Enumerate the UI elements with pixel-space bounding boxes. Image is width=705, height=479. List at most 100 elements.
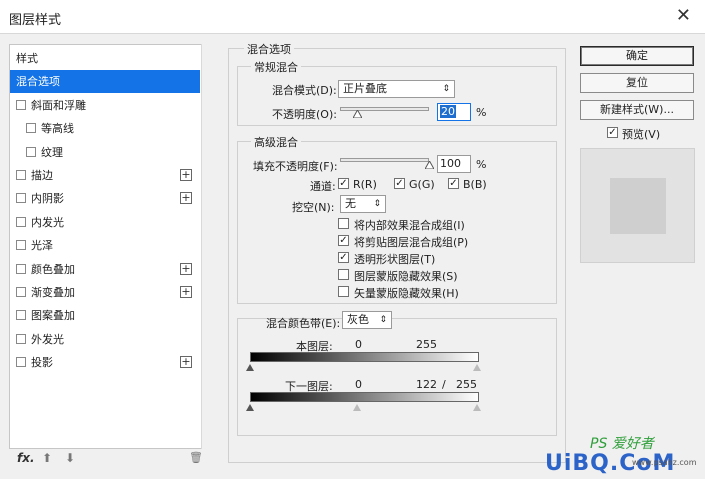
under-layer-black-slider[interactable] — [246, 404, 254, 411]
opacity-label: 不透明度(O): — [272, 108, 337, 121]
sidebar-item-checkbox[interactable] — [16, 216, 26, 227]
style-list-scrollbar[interactable] — [201, 44, 212, 449]
blend-if-label: 混合颜色带(E): — [266, 317, 341, 330]
sidebar-item[interactable]: 样式 — [10, 47, 200, 70]
fill-opacity-value: 100 — [440, 157, 461, 170]
style-preview — [580, 148, 695, 263]
add-effect-icon[interactable]: + — [180, 169, 192, 181]
sidebar-item-label: 纹理 — [41, 145, 63, 159]
channel-r-checkbox[interactable]: ✓ — [338, 178, 349, 189]
sidebar-item-label: 颜色叠加 — [31, 262, 75, 276]
sidebar-item-checkbox[interactable] — [16, 99, 26, 110]
add-effect-icon[interactable]: + — [180, 262, 192, 275]
sidebar-item[interactable]: 光泽 — [10, 234, 200, 257]
sidebar-item[interactable]: 内发光 — [10, 211, 200, 234]
sidebar-item[interactable]: 内阴影 + — [10, 187, 200, 210]
advanced-option-checkbox[interactable] — [338, 286, 349, 297]
advanced-option-checkbox[interactable]: ✓ — [338, 235, 349, 246]
opacity-slider-thumb[interactable] — [353, 110, 363, 118]
title-bar: 图层样式 ✕ — [0, 0, 705, 34]
sidebar-item-checkbox[interactable] — [16, 310, 26, 321]
sidebar-item[interactable]: 渐变叠加 + — [10, 281, 200, 304]
sidebar-item[interactable]: 投影 + — [10, 351, 200, 374]
sidebar-item[interactable]: 外发光 — [10, 328, 200, 351]
under-layer-low: 0 — [355, 378, 362, 391]
style-list-items: 样式混合选项斜面和浮雕等高线纹理描边 + 内阴影 + 内发光 光泽颜色叠加 + 渐变叠加 + 图案… — [10, 47, 200, 417]
add-effect-icon[interactable]: + — [180, 192, 192, 205]
reset-button[interactable]: 复位 — [580, 73, 694, 93]
blend-mode-label: 混合模式(D): — [272, 84, 337, 97]
sidebar-item[interactable]: 斜面和浮雕 — [10, 94, 200, 117]
blend-if-group — [237, 318, 557, 436]
sidebar-item-checkbox[interactable] — [16, 333, 26, 344]
under-layer-white-slider[interactable] — [473, 404, 481, 411]
sidebar-item[interactable]: 描边 + — [10, 164, 200, 187]
select-arrows-icon: ⇕ — [379, 315, 387, 325]
sidebar-item[interactable]: 等高线 — [10, 117, 200, 140]
sidebar-item[interactable]: 混合选项 — [10, 70, 200, 94]
this-layer-black-slider[interactable] — [246, 364, 254, 371]
this-layer-gradient — [250, 352, 479, 362]
fill-opacity-slider-thumb[interactable] — [424, 161, 434, 169]
style-list-footer: fx. ⬆ ⬇ 🗑 — [9, 449, 212, 471]
advanced-option-checkbox[interactable] — [338, 269, 349, 280]
move-up-icon[interactable]: ⬆ — [42, 451, 52, 465]
channel-b-label: B(B) — [463, 178, 487, 191]
general-blending-title: 常规混合 — [251, 59, 301, 75]
move-down-icon[interactable]: ⬇ — [65, 451, 75, 465]
opacity-input[interactable]: 20 — [437, 103, 471, 121]
channel-r-label: R(R) — [353, 178, 377, 191]
sidebar-item-label: 样式 — [16, 52, 38, 65]
advanced-option-label: 将剪贴图层混合成组(P) — [354, 236, 469, 249]
sidebar-item-checkbox[interactable] — [26, 123, 36, 134]
sidebar-item[interactable]: 颜色叠加 + — [10, 258, 200, 281]
sidebar-item-checkbox[interactable] — [26, 146, 36, 157]
sidebar-item-label: 外发光 — [31, 332, 64, 346]
trash-icon[interactable]: 🗑 — [189, 451, 203, 464]
knockout-value: 无 — [345, 197, 356, 210]
sidebar-item-checkbox[interactable] — [16, 263, 26, 274]
blend-if-select[interactable]: 灰色 ⇕ — [342, 311, 392, 329]
under-layer-split-slider[interactable] — [353, 404, 361, 411]
window-title: 图层样式 — [9, 13, 62, 28]
sidebar-item-checkbox[interactable] — [16, 287, 26, 297]
sidebar-item-label: 内阴影 — [31, 192, 64, 206]
this-layer-white-slider[interactable] — [473, 364, 481, 371]
sidebar-item-label: 投影 — [31, 356, 53, 370]
advanced-option-checkbox[interactable]: ✓ — [338, 252, 349, 263]
sidebar-item-checkbox[interactable] — [16, 240, 26, 251]
advanced-option-checkbox[interactable] — [338, 218, 349, 229]
channel-b-checkbox[interactable]: ✓ — [448, 178, 459, 189]
sidebar-item[interactable]: 图案叠加 — [10, 304, 200, 327]
watermark-ps: PS 爱好者 — [590, 436, 654, 452]
fx-icon[interactable]: fx. — [17, 451, 35, 465]
new-style-button[interactable]: 新建样式(W)... — [580, 100, 694, 120]
sidebar-item[interactable]: 纹理 — [10, 141, 200, 164]
preview-checkbox[interactable]: ✓ — [607, 127, 618, 138]
under-layer-slash: / — [442, 378, 446, 391]
under-layer-high-b: 255 — [456, 378, 477, 391]
fill-opacity-percent: % — [476, 158, 487, 171]
add-effect-icon[interactable]: + — [180, 286, 192, 298]
fill-opacity-input[interactable]: 100 — [437, 155, 471, 173]
sidebar-item-label: 渐变叠加 — [31, 286, 75, 299]
fill-opacity-slider[interactable] — [340, 158, 429, 162]
sidebar-item-checkbox[interactable] — [16, 170, 26, 180]
advanced-option-label: 图层蒙版隐藏效果(S) — [354, 270, 458, 283]
ok-button[interactable]: 确定 — [580, 46, 694, 66]
close-icon[interactable]: ✕ — [676, 5, 691, 26]
channel-g-label: G(G) — [409, 178, 435, 191]
advanced-option-label: 将内部效果混合成组(I) — [354, 219, 465, 232]
select-arrows-icon: ⇕ — [373, 199, 381, 209]
sidebar-item-checkbox[interactable] — [16, 193, 26, 204]
knockout-select[interactable]: 无 ⇕ — [340, 195, 386, 213]
sidebar-item-label: 斜面和浮雕 — [31, 98, 86, 112]
channel-g-checkbox[interactable]: ✓ — [394, 178, 405, 189]
fill-opacity-label: 填充不透明度(F): — [253, 160, 338, 173]
add-effect-icon[interactable]: + — [180, 356, 192, 369]
sidebar-item-checkbox[interactable] — [16, 357, 26, 368]
this-layer-high: 255 — [416, 338, 437, 351]
blend-mode-select[interactable]: 正片叠底 ⇕ — [338, 80, 455, 98]
style-preview-swatch — [610, 178, 666, 234]
advanced-option-label: 矢量蒙版隐藏效果(H) — [354, 287, 459, 300]
